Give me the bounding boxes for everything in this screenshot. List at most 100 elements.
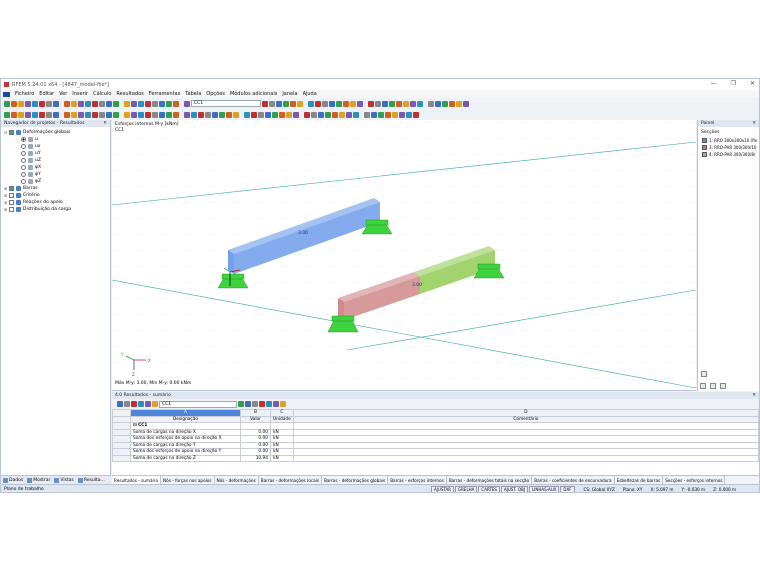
checkbox[interactable]: [9, 207, 14, 212]
menu-resultados[interactable]: Resultados: [116, 91, 143, 97]
menu-tabela[interactable]: Tabela: [185, 91, 201, 97]
results-tool-icon[interactable]: [252, 401, 258, 407]
toolbar-tool-icon[interactable]: [435, 100, 441, 107]
results-tool-icon[interactable]: [266, 401, 272, 407]
results-tool-icon[interactable]: [145, 401, 151, 407]
panel-filter-icon[interactable]: [710, 383, 716, 389]
toolbar-tool-icon[interactable]: [449, 100, 455, 107]
toolbar-tool-icon[interactable]: [226, 111, 232, 118]
toolbar-tool-icon[interactable]: [113, 111, 119, 118]
toolbar-tool-icon[interactable]: [4, 100, 10, 107]
toolbar-tool-icon[interactable]: [39, 111, 45, 118]
toolbar-tool-icon[interactable]: [272, 111, 278, 118]
toolbar-tool-icon[interactable]: [392, 111, 398, 118]
toolbar-tool-icon[interactable]: [64, 111, 70, 118]
toolbar-tool-icon[interactable]: [265, 111, 271, 118]
legend-item[interactable]: 1: RRO 300x300x10 (fle: [698, 137, 759, 144]
toolbar-tool-icon[interactable]: [325, 111, 331, 118]
toolbar-tool-icon[interactable]: [332, 111, 338, 118]
results-tool-icon[interactable]: [131, 401, 137, 407]
toolbar-tool-icon[interactable]: [353, 111, 359, 118]
toolbar-tool-icon[interactable]: [46, 100, 52, 107]
toolbar-tool-icon[interactable]: [368, 100, 374, 107]
toolbar-tool-icon[interactable]: [343, 100, 349, 107]
legend-item[interactable]: 4: RRO-PAR 300/300/8/: [698, 151, 759, 158]
tree-item[interactable]: uZ: [4, 157, 110, 164]
results-tool-icon[interactable]: [124, 401, 130, 407]
results-tool-icon[interactable]: [138, 401, 144, 407]
toolbar-tool-icon[interactable]: [442, 100, 448, 107]
model-viewport[interactable]: 3.00 3.00 Z X Y Esforços internos M-y [k…: [112, 120, 696, 391]
tree-item[interactable]: u: [4, 136, 110, 143]
toolbar-tool-icon[interactable]: [244, 111, 250, 118]
close-button[interactable]: ✕: [750, 80, 755, 87]
table-row[interactable]: Soma de cargas na direção Z 10.94 kN: [112, 454, 759, 462]
toolbar-tool-icon[interactable]: [138, 111, 144, 118]
legend-item[interactable]: 3: RRO-PAR 300/300/10: [698, 144, 759, 151]
tab-dados[interactable]: Dados: [3, 477, 23, 483]
toolbar-tool-icon[interactable]: [410, 100, 416, 107]
toolbar-tool-icon[interactable]: [283, 100, 289, 107]
checkbox[interactable]: [9, 186, 14, 191]
toolbar-tool-icon[interactable]: [258, 111, 264, 118]
toolbar-tool-icon[interactable]: [311, 111, 317, 118]
tree-item[interactable]: ux: [4, 143, 110, 150]
toolbar-tool-icon[interactable]: [375, 100, 381, 107]
toolbar-tool-icon[interactable]: [276, 100, 282, 107]
toolbar-tool-icon[interactable]: [286, 111, 292, 118]
tree-item[interactable]: ⊞ Barras: [4, 185, 110, 192]
panel-color-icon[interactable]: [700, 383, 706, 389]
toolbar-tool-icon[interactable]: [456, 100, 462, 107]
toolbar-tool-icon[interactable]: [417, 100, 423, 107]
toolbar-tool-icon[interactable]: [233, 111, 239, 118]
toolbar-tool-icon[interactable]: [191, 111, 197, 118]
toolbar-tool-icon[interactable]: [262, 100, 268, 107]
toolbar-tool-icon[interactable]: [385, 111, 391, 118]
toolbar-tool-icon[interactable]: [53, 111, 59, 118]
toolbar-tool-icon[interactable]: [131, 100, 137, 107]
results-tool-icon[interactable]: [117, 401, 123, 407]
toolbar-tool-icon[interactable]: [78, 111, 84, 118]
toolbar-tool-icon[interactable]: [78, 100, 84, 107]
toolbar-tool-icon[interactable]: [269, 100, 275, 107]
app-menu-icon[interactable]: [3, 91, 10, 97]
results-tool-icon[interactable]: [245, 401, 251, 407]
toolbar-tool-icon[interactable]: [106, 100, 112, 107]
toolbar-tool-icon[interactable]: [389, 100, 395, 107]
toolbar-tool-icon[interactable]: [279, 111, 285, 118]
menu-janela[interactable]: Janela: [282, 91, 297, 97]
toolbar-tool-icon[interactable]: [396, 100, 402, 107]
toolbar-tool-icon[interactable]: [11, 100, 17, 107]
tree-item[interactable]: ⊞ Critério: [4, 192, 110, 199]
support-4[interactable]: [473, 263, 505, 279]
toolbar-tool-icon[interactable]: [11, 111, 17, 118]
toolbar-tool-icon[interactable]: [463, 100, 469, 107]
menu-ferramentas[interactable]: Ferramentas: [149, 91, 181, 97]
support-1[interactable]: [217, 273, 249, 289]
tree-item[interactable]: φY: [4, 171, 110, 178]
toolbar-tool-icon[interactable]: [403, 100, 409, 107]
toolbar-tool-icon[interactable]: [329, 100, 335, 107]
toolbar-tool-icon[interactable]: [406, 111, 412, 118]
toolbar-tool-icon[interactable]: [53, 100, 59, 107]
tree-item[interactable]: φX: [4, 164, 110, 171]
menu-calculo[interactable]: Cálculo: [93, 91, 111, 97]
guidelines-button[interactable]: LINHAS-AUX: [528, 485, 560, 492]
toolbar-tool-icon[interactable]: [99, 111, 105, 118]
tree-item[interactable]: φZ: [4, 178, 110, 185]
toolbar-tool-icon[interactable]: [124, 111, 130, 118]
toolbar-tool-icon[interactable]: [166, 100, 172, 107]
results-tool-icon[interactable]: [152, 401, 158, 407]
panel-settings-icon[interactable]: [701, 371, 707, 377]
tree-item[interactable]: ⊞ Reações do apoio: [4, 199, 110, 206]
toolbar-tool-icon[interactable]: [339, 111, 345, 118]
toolbar-tool-icon[interactable]: [145, 111, 151, 118]
snap-button[interactable]: AJUSTAR: [431, 485, 455, 492]
toolbar-tool-icon[interactable]: [25, 111, 31, 118]
toolbar-tool-icon[interactable]: [92, 100, 98, 107]
toolbar-tool-icon[interactable]: [18, 100, 24, 107]
radio-button[interactable]: [21, 151, 26, 156]
toolbar-tool-icon[interactable]: [378, 111, 384, 118]
toolbar-tool-icon[interactable]: [173, 111, 179, 118]
checkbox[interactable]: [9, 193, 14, 198]
